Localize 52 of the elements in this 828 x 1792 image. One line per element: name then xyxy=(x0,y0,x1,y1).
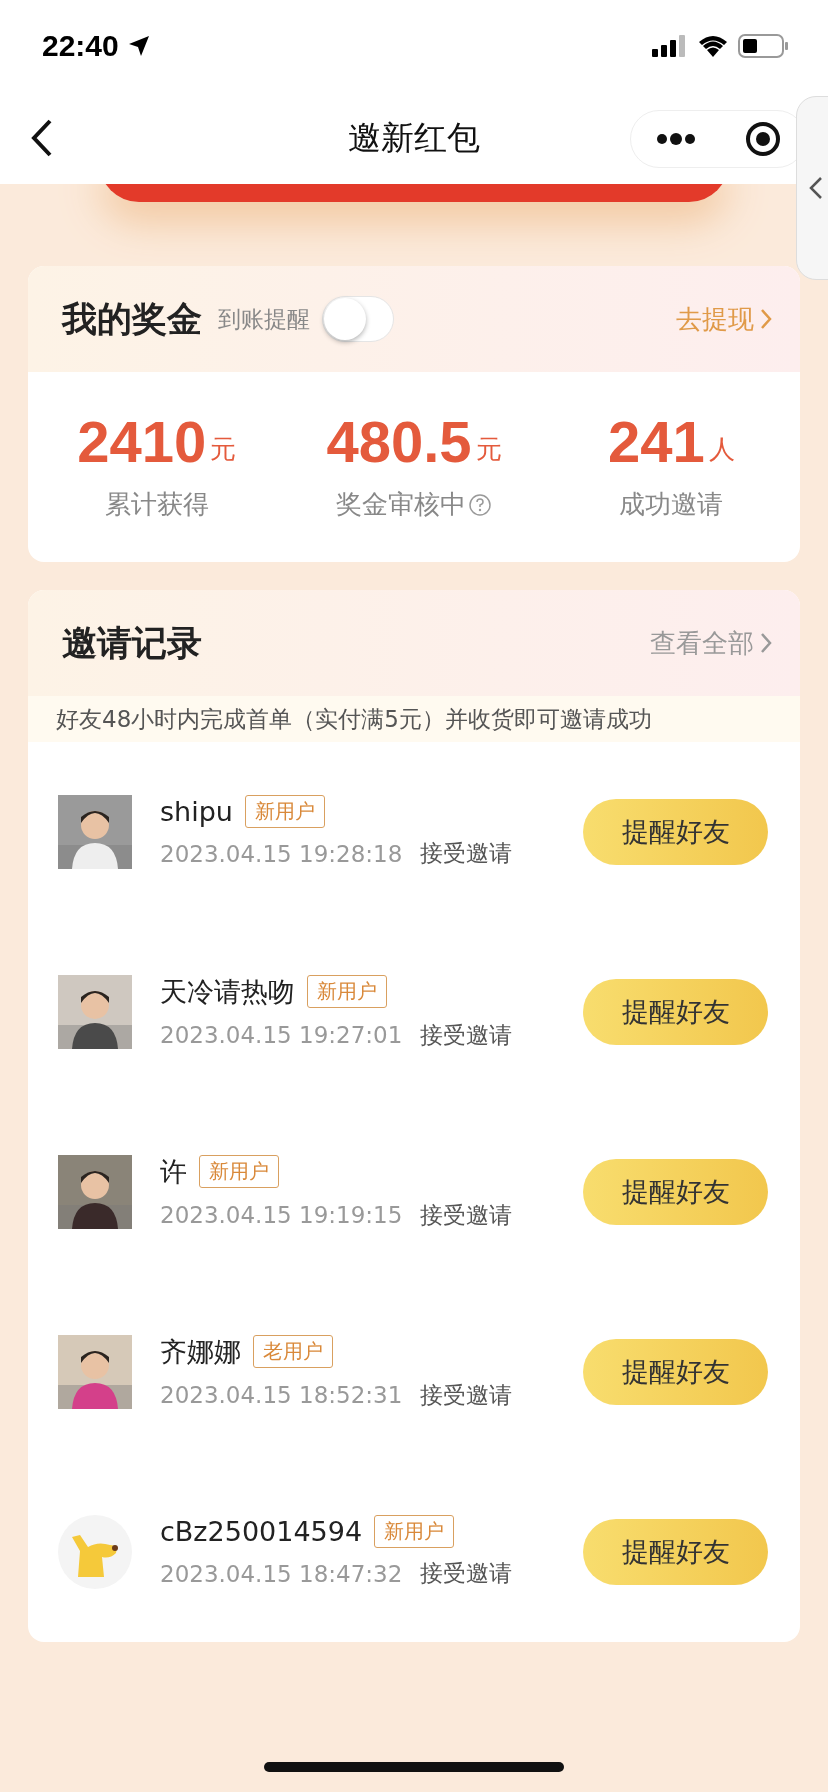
stat-unit: 元 xyxy=(475,433,502,466)
stat-label: 累计获得 xyxy=(104,488,209,521)
help-icon[interactable] xyxy=(468,492,492,517)
chevron-left-icon xyxy=(809,176,823,200)
stat-unit: 元 xyxy=(210,433,237,466)
avatar-icon xyxy=(58,1515,132,1589)
friend-name: 许 xyxy=(160,1154,187,1189)
stat-value: 241 xyxy=(607,408,705,475)
status-time: 22:40 xyxy=(42,29,119,63)
stat-label: 成功邀请 xyxy=(619,488,724,521)
user-tag: 新用户 xyxy=(374,1515,455,1548)
friend-name: cBz250014594 xyxy=(160,1516,363,1547)
section-title: 我的奖金 xyxy=(62,297,202,341)
section-title: 邀请记录 xyxy=(62,621,202,665)
invite-time: 2023.04.15 19:27:01 xyxy=(160,1022,403,1048)
remind-button[interactable]: 提醒好友 xyxy=(583,1159,768,1225)
invite-status: 接受邀请 xyxy=(420,1559,513,1588)
user-tag: 新用户 xyxy=(244,795,325,828)
user-tag: 新用户 xyxy=(199,1155,279,1188)
user-tag: 老用户 xyxy=(253,1335,333,1368)
remind-button[interactable]: 提醒好友 xyxy=(583,1519,768,1585)
invite-status: 接受邀请 xyxy=(420,1200,513,1230)
invite-status: 接受邀请 xyxy=(420,839,513,868)
remind-button[interactable]: 提醒好友 xyxy=(583,799,768,865)
chevron-right-icon xyxy=(760,308,772,330)
wifi-icon xyxy=(698,35,728,57)
chevron-right-icon xyxy=(760,632,772,654)
battery-icon xyxy=(738,34,788,58)
remind-button[interactable]: 提醒好友 xyxy=(583,979,768,1045)
back-icon[interactable] xyxy=(30,118,54,158)
friend-name: shipu xyxy=(160,796,233,827)
reminder-toggle[interactable] xyxy=(322,296,394,342)
invite-time: 2023.04.15 19:28:18 xyxy=(160,840,403,867)
invite-time: 2023.04.15 18:52:31 xyxy=(160,1382,403,1408)
invite-status: 接受邀请 xyxy=(420,1380,513,1410)
invite-time: 2023.04.15 18:47:32 xyxy=(160,1560,403,1587)
notice-text: 好友48小时内完成首单（实付满5元）并收货即可邀请成功 xyxy=(56,704,652,734)
more-icon[interactable] xyxy=(655,132,696,146)
stat-value: 480.5 xyxy=(326,408,472,475)
close-icon[interactable] xyxy=(744,121,781,157)
invite-status: 接受邀请 xyxy=(420,1020,513,1050)
reminder-label: 到账提醒 xyxy=(218,304,310,334)
user-tag: 新用户 xyxy=(307,975,387,1008)
stat-value: 2410 xyxy=(77,408,207,475)
friend-name: 天冷请热吻 xyxy=(160,974,295,1009)
page-title: 邀新红包 xyxy=(348,116,480,159)
invite-time: 2023.04.15 19:19:15 xyxy=(160,1202,403,1228)
remind-button[interactable]: 提醒好友 xyxy=(583,1339,768,1405)
stat-label: 奖金审核中 xyxy=(336,488,466,521)
signal-icon xyxy=(652,35,688,57)
friend-name: 齐娜娜 xyxy=(160,1334,241,1369)
stat-unit: 人 xyxy=(708,433,735,466)
